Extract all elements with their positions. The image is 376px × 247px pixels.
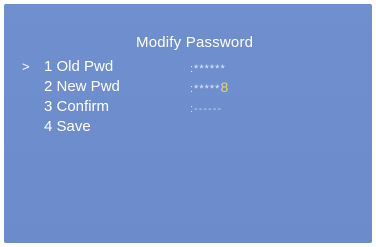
osd-screen: Modify Password > 1 Old Pwd :****** 2 Ne… — [4, 4, 372, 243]
confirm-placeholder: :------ — [190, 103, 223, 115]
old-pwd-masked: :****** — [190, 63, 226, 75]
menu-item-label: 4 Save — [44, 118, 91, 135]
selection-cursor: > — [22, 59, 30, 74]
new-pwd-masked: :***** — [190, 83, 221, 95]
confirm-value: :------ — [190, 97, 222, 119]
old-pwd-value: :****** — [190, 57, 226, 79]
menu-item-label: 1 Old Pwd — [44, 58, 114, 75]
menu-title: Modify Password — [136, 34, 254, 51]
menu-item-label: 3 Confirm — [44, 98, 110, 115]
new-pwd-active-digit: 8 — [220, 79, 230, 95]
menu-item-label: 2 New Pwd — [44, 78, 120, 95]
new-pwd-value: :*****8 — [190, 77, 229, 99]
